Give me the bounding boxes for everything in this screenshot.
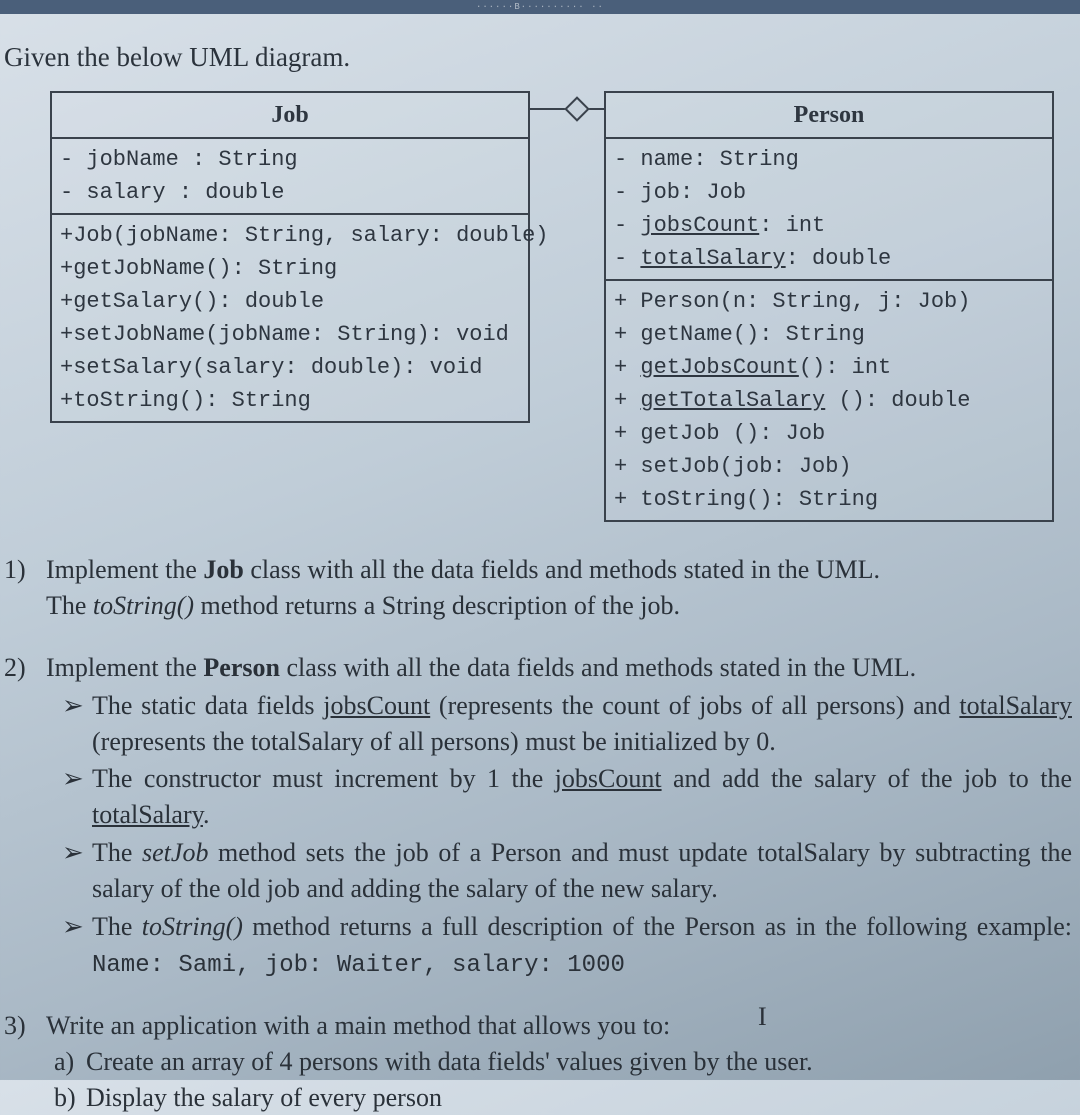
question-1: 1) Implement the Job class with all the … bbox=[4, 552, 1072, 624]
uml-method: + toString(): String bbox=[614, 483, 1044, 516]
uml-method: +Job(jobName: String, salary: double) bbox=[60, 219, 520, 252]
uml-job-attributes: - jobName : String - salary : double bbox=[52, 139, 528, 213]
q3-intro: Write an application with a main method … bbox=[46, 1008, 1072, 1044]
uml-person-methods: + Person(n: String, j: Job) + getName():… bbox=[606, 279, 1052, 520]
q3-sub-a: a) Create an array of 4 persons with dat… bbox=[4, 1044, 1072, 1080]
uml-attr: - totalSalary: double bbox=[614, 242, 1044, 275]
bullet-arrow-icon: ➢ bbox=[62, 835, 92, 907]
uml-job-methods: +Job(jobName: String, salary: double) +g… bbox=[52, 213, 528, 421]
questions-block: 1) Implement the Job class with all the … bbox=[4, 552, 1072, 1115]
bullet-arrow-icon: ➢ bbox=[62, 761, 92, 833]
uml-method: + setJob(job: Job) bbox=[614, 450, 1044, 483]
uml-job-title: Job bbox=[52, 93, 528, 139]
uml-method: + getJobsCount(): int bbox=[614, 351, 1044, 384]
uml-diagram: Job - jobName : String - salary : double… bbox=[50, 91, 1072, 522]
uml-method: +getJobName(): String bbox=[60, 252, 520, 285]
uml-person-title: Person bbox=[606, 93, 1052, 139]
uml-attr: - salary : double bbox=[60, 176, 520, 209]
q2-bullet-3: ➢ The setJob method sets the job of a Pe… bbox=[4, 835, 1072, 907]
uml-method: + Person(n: String, j: Job) bbox=[614, 285, 1044, 318]
uml-attr: - jobsCount: int bbox=[614, 209, 1044, 242]
uml-method: +setSalary(salary: double): void bbox=[60, 351, 520, 384]
q2-bullet-4: ➢ The toString() method returns a full d… bbox=[4, 909, 1072, 982]
q2-intro: Implement the Person class with all the … bbox=[46, 650, 1072, 686]
titlebar-text: ··∙∙∙∙B∙∙∙∙∙∙∙∙∙∙ ∙∙ bbox=[476, 2, 604, 12]
uml-class-job: Job - jobName : String - salary : double… bbox=[50, 91, 530, 423]
uml-aggregation-connector bbox=[530, 91, 604, 127]
bullet-arrow-icon: ➢ bbox=[62, 909, 92, 982]
uml-person-attributes: - name: String - job: Job - jobsCount: i… bbox=[606, 139, 1052, 279]
uml-class-person: Person - name: String - job: Job - jobsC… bbox=[604, 91, 1054, 522]
q2-bullet-1: ➢ The static data fields jobsCount (repr… bbox=[4, 688, 1072, 760]
q3-number: 3) bbox=[4, 1008, 46, 1044]
question-2: 2) Implement the Person class with all t… bbox=[4, 650, 1072, 982]
uml-method: + getTotalSalary (): double bbox=[614, 384, 1044, 417]
uml-attr: - name: String bbox=[614, 143, 1044, 176]
uml-method: +getSalary(): double bbox=[60, 285, 520, 318]
q2-number: 2) bbox=[4, 650, 46, 686]
bullet-arrow-icon: ➢ bbox=[62, 688, 92, 760]
uml-method: +toString(): String bbox=[60, 384, 520, 417]
uml-method: + getName(): String bbox=[614, 318, 1044, 351]
q2-bullet-2: ➢ The constructor must increment by 1 th… bbox=[4, 761, 1072, 833]
uml-attr: - job: Job bbox=[614, 176, 1044, 209]
uml-method: +setJobName(jobName: String): void bbox=[60, 318, 520, 351]
q1-text: Implement the Job class with all the dat… bbox=[46, 552, 1072, 624]
aggregation-diamond-icon bbox=[564, 96, 589, 121]
q3-sub-b: b) Display the salary of every person bbox=[4, 1080, 1072, 1115]
page-content: Given the below UML diagram. Job - jobNa… bbox=[0, 14, 1080, 1115]
q1-number: 1) bbox=[4, 552, 46, 624]
uml-method: + getJob (): Job bbox=[614, 417, 1044, 450]
uml-attr: - jobName : String bbox=[60, 143, 520, 176]
window-titlebar: ··∙∙∙∙B∙∙∙∙∙∙∙∙∙∙ ∙∙ bbox=[0, 0, 1080, 14]
question-3: 3) Write an application with a main meth… bbox=[4, 1008, 1072, 1115]
text-cursor-icon: I bbox=[758, 1002, 767, 1032]
prompt-heading: Given the below UML diagram. bbox=[4, 42, 1072, 73]
